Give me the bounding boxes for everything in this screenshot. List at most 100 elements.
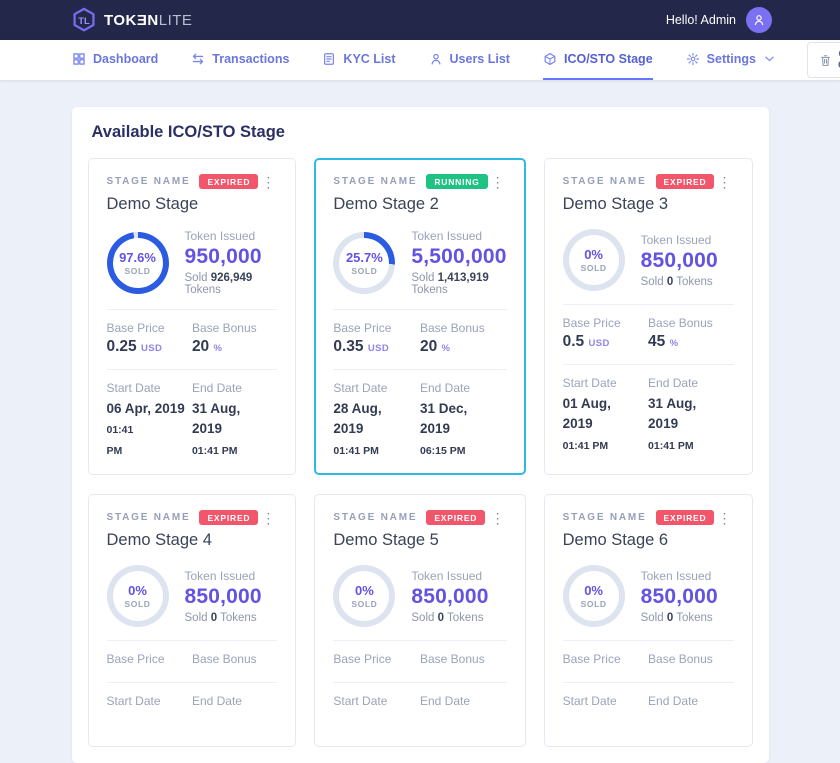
base-bonus-label: Base Bonus [420, 321, 501, 335]
stage-card: STAGE NAME EXPIRED ⋮ Demo Stage 3 0% SOL… [544, 158, 753, 475]
base-price-label: Base Price [333, 321, 414, 335]
kebab-menu-icon[interactable]: ⋮ [489, 175, 507, 189]
cube-icon [543, 52, 557, 66]
start-date-label: Start Date [333, 694, 414, 708]
kebab-menu-icon[interactable]: ⋮ [259, 175, 277, 189]
sold-count: 0 [667, 612, 673, 624]
trash-icon [820, 54, 831, 67]
brand-name: TOKƎNLITE [104, 12, 192, 29]
status-badge: EXPIRED [656, 510, 715, 525]
start-date-label: Start Date [333, 381, 414, 395]
nav-item-kyc-list[interactable]: KYC List [322, 40, 395, 80]
sold-count: 926,949 [211, 272, 253, 284]
sold-percent: 0% [584, 583, 603, 598]
base-bonus-value: 20 % [192, 338, 271, 356]
token-issued-label: Token Issued [641, 233, 718, 247]
base-bonus-label: Base Bonus [420, 652, 501, 666]
start-date-label: Start Date [563, 694, 642, 708]
sold-progress-ring: 97.6% SOLD [107, 232, 169, 294]
sold-progress-ring: 0% SOLD [107, 565, 169, 627]
token-issued-value: 850,000 [641, 249, 718, 273]
page-title: Available ICO/STO Stage [92, 123, 749, 142]
stage-card: STAGE NAME EXPIRED ⋮ Demo Stage 5 0% SOL… [314, 494, 525, 747]
kebab-menu-icon[interactable]: ⋮ [716, 511, 734, 525]
start-date-value [333, 712, 414, 732]
sold-progress-ring: 0% SOLD [333, 565, 395, 627]
end-date-label: End Date [420, 381, 501, 395]
nav-item-settings[interactable]: Settings [686, 40, 774, 80]
grid-icon [72, 52, 86, 66]
kebab-menu-icon[interactable]: ⋮ [259, 511, 277, 525]
nav-item-transactions[interactable]: Transactions [191, 40, 289, 80]
gear-icon [686, 52, 700, 66]
base-price-label: Base Price [563, 652, 642, 666]
main-nav: Dashboard Transactions KYC List Users Li… [0, 40, 840, 80]
start-date-label: Start Date [107, 694, 186, 708]
currency-unit: USD [141, 343, 162, 354]
base-bonus-value: 20 % [420, 338, 501, 356]
sold-tokens-line: Sold 0 Tokens [641, 276, 718, 288]
nav-label: ICO/STO Stage [564, 52, 653, 66]
token-issued-value: 850,000 [641, 585, 718, 609]
nav-label: Dashboard [93, 52, 158, 66]
kebab-menu-icon[interactable]: ⋮ [489, 511, 507, 525]
percent-unit: % [442, 343, 451, 354]
status-badge: RUNNING [426, 174, 487, 189]
end-date-value [420, 712, 501, 732]
sold-percent: 97.6% [119, 250, 156, 265]
user-icon [429, 52, 443, 66]
stage-title: Demo Stage 6 [563, 531, 734, 550]
kebab-menu-icon[interactable]: ⋮ [716, 175, 734, 189]
end-date-value: 31 Aug, 2019 01:41 PM [648, 394, 727, 455]
stage-name-label: STAGE NAME [107, 176, 191, 187]
base-price-label: Base Price [333, 652, 414, 666]
base-price-value: 0.25 USD [107, 338, 186, 356]
brand-logo[interactable]: TL TOKƎNLITE [72, 7, 192, 33]
sold-progress-ring: 25.7% SOLD [333, 232, 395, 294]
stage-name-label: STAGE NAME [333, 176, 417, 187]
nav-item-ico-sto-stage[interactable]: ICO/STO Stage [543, 40, 653, 80]
percent-unit: % [214, 343, 223, 354]
tokenlite-cube-logo-icon: TL [72, 7, 96, 33]
sold-tokens-line: Sold 1,413,919 Tokens [411, 272, 506, 296]
sold-percent: 25.7% [346, 250, 383, 265]
sold-caption: SOLD [581, 263, 607, 273]
stage-title: Demo Stage 2 [333, 195, 506, 214]
end-date-label: End Date [420, 694, 501, 708]
clear-cache-button[interactable]: CLEAR CACHE [807, 42, 840, 78]
sold-tokens-line: Sold 0 Tokens [411, 612, 488, 624]
stage-name-label: STAGE NAME [107, 512, 191, 523]
base-bonus-label: Base Bonus [648, 652, 727, 666]
stage-card: STAGE NAME EXPIRED ⋮ Demo Stage 97.6% SO… [88, 158, 297, 475]
base-price-label: Base Price [107, 652, 186, 666]
sold-tokens-line: Sold 926,949 Tokens [185, 272, 278, 296]
end-date-label: End Date [192, 694, 271, 708]
sold-count: 0 [438, 612, 444, 624]
content-panel: Available ICO/STO Stage STAGE NAME EXPIR… [72, 107, 769, 763]
end-date-label: End Date [648, 376, 727, 390]
stage-title: Demo Stage 5 [333, 531, 506, 550]
sold-count: 0 [667, 276, 673, 288]
nav-label: Users List [450, 52, 510, 66]
base-bonus-label: Base Bonus [648, 316, 727, 330]
percent-unit: % [670, 338, 679, 349]
end-date-label: End Date [648, 694, 727, 708]
sold-caption: SOLD [124, 266, 150, 276]
token-issued-label: Token Issued [411, 569, 488, 583]
start-date-value [107, 712, 186, 732]
nav-label: Settings [707, 52, 756, 66]
stage-name-label: STAGE NAME [563, 176, 647, 187]
base-price-label: Base Price [563, 316, 642, 330]
stage-card: STAGE NAME EXPIRED ⋮ Demo Stage 4 0% SOL… [88, 494, 297, 747]
base-price-value: 0.5 USD [563, 333, 642, 351]
stage-title: Demo Stage [107, 195, 278, 214]
start-date-value: 01 Aug, 2019 01:41 PM [563, 394, 642, 455]
status-badge: EXPIRED [199, 510, 258, 525]
user-avatar[interactable] [746, 7, 772, 33]
sold-percent: 0% [128, 583, 147, 598]
person-icon [752, 13, 766, 27]
nav-item-users-list[interactable]: Users List [429, 40, 510, 80]
base-price-label: Base Price [107, 321, 186, 335]
end-date-value: 31 Dec, 2019 06:15 PM [420, 399, 501, 460]
nav-item-dashboard[interactable]: Dashboard [72, 40, 158, 80]
